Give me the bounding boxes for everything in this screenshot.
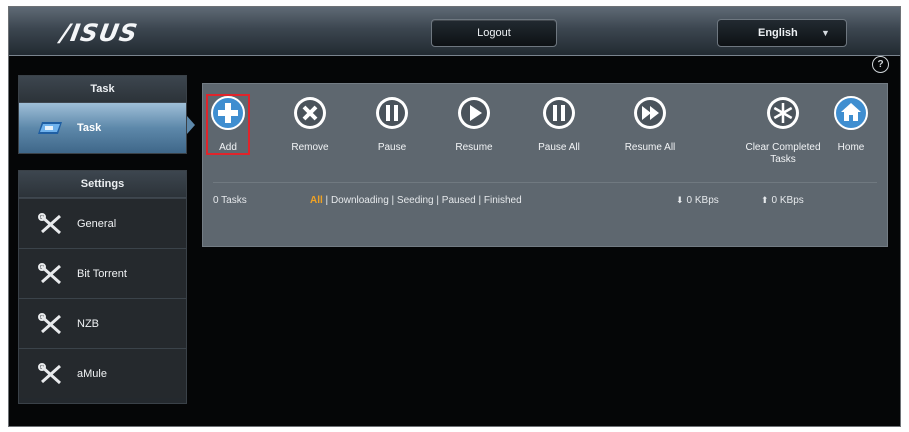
- download-arrow-icon: ⬇: [676, 195, 684, 205]
- pause-icon: [376, 97, 408, 129]
- pause-all-icon: [543, 97, 575, 129]
- sidebar-item-label: NZB: [77, 318, 99, 330]
- home-button[interactable]: Home: [807, 94, 895, 154]
- filter-separator: |: [433, 195, 442, 206]
- resume-label: Resume: [455, 142, 493, 153]
- wrench-icon: [38, 263, 62, 285]
- wrench-icon: [38, 313, 62, 335]
- task-count: 0 Tasks: [213, 195, 247, 206]
- add-button[interactable]: Add: [184, 94, 272, 154]
- sidebar-item-bit-torrent[interactable]: Bit Torrent: [19, 248, 186, 298]
- filter-separator: |: [322, 195, 331, 206]
- top-bar: /ISUS Logout English ▼: [9, 7, 900, 56]
- play-icon: [458, 97, 490, 129]
- filter-paused-link[interactable]: Paused: [442, 195, 476, 206]
- filter-all-link[interactable]: All: [310, 195, 323, 206]
- sidebar-item-label: aMule: [77, 368, 107, 380]
- x-icon: [294, 97, 326, 129]
- task-group: Task Task: [18, 75, 187, 154]
- filter-seeding-link[interactable]: Seeding: [397, 195, 434, 206]
- asus-logo: /ISUS: [58, 19, 141, 47]
- chevron-down-icon: ▼: [821, 28, 830, 38]
- filter-downloading-link[interactable]: Downloading: [331, 195, 389, 206]
- language-label: English: [758, 27, 798, 39]
- snowflake-icon: [767, 97, 799, 129]
- download-speed-value: 0 KBps: [686, 195, 719, 206]
- pause-all-label: Pause All: [538, 142, 580, 153]
- sidebar-item-task[interactable]: Task: [19, 103, 186, 153]
- pause-button[interactable]: Pause: [348, 94, 436, 154]
- add-label: Add: [219, 142, 237, 153]
- sidebar-item-nzb[interactable]: NZB: [19, 298, 186, 348]
- remove-button[interactable]: Remove: [266, 94, 354, 154]
- home-icon: [834, 96, 868, 130]
- resume-all-button[interactable]: Resume All: [606, 94, 694, 154]
- plus-icon: [211, 96, 245, 130]
- language-select[interactable]: English ▼: [717, 19, 847, 47]
- logout-button[interactable]: Logout: [431, 19, 557, 47]
- filter-separator: |: [475, 195, 484, 206]
- filter-separator: |: [388, 195, 397, 206]
- resume-all-label: Resume All: [624, 142, 676, 153]
- sidebar-item-amule[interactable]: aMule: [19, 348, 186, 398]
- upload-speed: ⬆ 0 KBps: [761, 195, 804, 206]
- resume-button[interactable]: Resume: [430, 94, 518, 154]
- task-group-title: Task: [19, 76, 186, 103]
- app-window: /ISUS Logout English ▼ ? Task Task Setti…: [8, 6, 901, 427]
- download-speed: ⬇ 0 KBps: [676, 195, 719, 206]
- settings-group-title: Settings: [19, 171, 186, 198]
- sidebar-item-label: General: [77, 218, 117, 230]
- task-icon: [38, 122, 62, 134]
- wrench-icon: [38, 363, 62, 385]
- resume-all-icon: [634, 97, 666, 129]
- filter-finished-link[interactable]: Finished: [484, 195, 522, 206]
- help-icon[interactable]: ?: [872, 56, 889, 73]
- upload-speed-value: 0 KBps: [771, 195, 804, 206]
- sidebar-item-general[interactable]: General: [19, 198, 186, 248]
- settings-group: Settings General Bit Torrent NZB aMule: [18, 170, 187, 404]
- wrench-icon: [38, 213, 62, 235]
- home-label: Home: [837, 142, 865, 153]
- pause-label: Pause: [377, 142, 407, 153]
- task-panel: Add Remove Pause Resume Pause All Resume…: [202, 83, 888, 247]
- upload-arrow-icon: ⬆: [761, 195, 769, 205]
- pause-all-button[interactable]: Pause All: [515, 94, 603, 154]
- remove-label: Remove: [291, 142, 329, 153]
- sidebar-item-label: Task: [77, 122, 102, 134]
- task-filters: All | Downloading | Seeding | Paused | F…: [310, 195, 522, 206]
- toolbar-divider: [213, 182, 877, 183]
- sidebar-item-label: Bit Torrent: [77, 268, 127, 280]
